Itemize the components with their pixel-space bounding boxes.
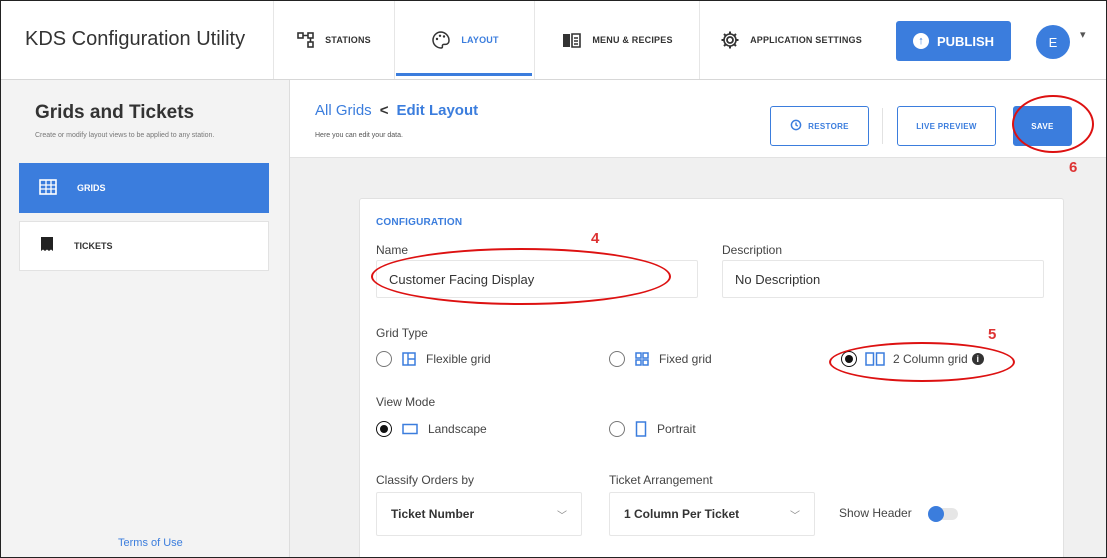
stations-icon — [297, 32, 315, 48]
divider — [882, 108, 883, 144]
radio-label: Portrait — [657, 422, 696, 436]
live-preview-button[interactable]: LIVE PREVIEW — [897, 106, 996, 146]
radio-fixed-grid[interactable]: Fixed grid — [609, 351, 712, 367]
breadcrumb-arrow-icon: < — [379, 102, 389, 119]
radio-label: Landscape — [428, 422, 487, 436]
annotation-number-4: 4 — [591, 230, 600, 247]
classify-orders-select[interactable]: Ticket Number ﹀ — [376, 492, 582, 536]
app-title: KDS Configuration Utility — [25, 28, 246, 50]
annotation-number-5: 5 — [988, 326, 997, 343]
sidebar-item-grids[interactable]: GRIDS — [19, 163, 269, 213]
description-field[interactable]: No Description — [722, 260, 1044, 298]
book-icon — [562, 32, 582, 48]
upload-icon: ↑ — [912, 33, 929, 49]
select-value: 1 Column Per Ticket — [624, 507, 740, 521]
annotation-ellipse-name — [371, 248, 671, 305]
publish-label: PUBLISH — [936, 33, 995, 49]
radio-button-selected[interactable] — [376, 421, 392, 437]
gear-icon — [720, 30, 740, 50]
chevron-down-icon: ﹀ — [557, 510, 567, 522]
app-window: KDS Configuration Utility STATIONS LAYOU… — [0, 0, 1107, 558]
annotation-ellipse-2-column — [829, 342, 1015, 382]
publish-button[interactable]: ↑ PUBLISH — [896, 21, 1011, 61]
sidebar-title: Grids and Tickets — [35, 102, 195, 123]
avatar[interactable]: E — [1036, 25, 1070, 59]
breadcrumb: All Grids < Edit Layout — [315, 102, 478, 119]
sidebar-item-tickets[interactable]: TICKETS — [19, 221, 269, 271]
radio-flexible-grid[interactable]: Flexible grid — [376, 351, 491, 367]
page-header: All Grids < Edit Layout Here you can edi… — [290, 80, 1106, 158]
ticket-icon — [40, 236, 54, 256]
grid-icon — [39, 179, 57, 197]
radio-button[interactable] — [609, 421, 625, 437]
annotation-ellipse-save — [1012, 95, 1094, 153]
ticket-arrangement-select[interactable]: 1 Column Per Ticket ﹀ — [609, 492, 815, 536]
radio-label: Flexible grid — [426, 352, 491, 366]
show-header-label: Show Header — [839, 506, 912, 520]
tab-menu-recipes[interactable]: MENU & RECIPES — [534, 1, 700, 79]
sidebar: Grids and Tickets Create or modify layou… — [1, 80, 290, 557]
configuration-title: CONFIGURATION — [376, 217, 463, 228]
page-title: Edit Layout — [396, 102, 479, 119]
tab-stations-label: STATIONS — [325, 35, 371, 45]
landscape-icon — [402, 423, 418, 435]
tab-application-settings[interactable]: APPLICATION SETTINGS — [699, 1, 882, 79]
chevron-down-icon: ﹀ — [790, 510, 800, 522]
show-header-toggle[interactable] — [928, 506, 958, 522]
portrait-icon — [635, 421, 647, 437]
terms-of-use-link[interactable]: Terms of Use — [118, 537, 183, 549]
restore-button[interactable]: RESTORE — [770, 106, 869, 146]
sidebar-item-label: GRIDS — [77, 183, 106, 193]
fixed-grid-icon — [635, 352, 649, 366]
radio-button[interactable] — [376, 351, 392, 367]
top-bar: KDS Configuration Utility STATIONS LAYOU… — [1, 1, 1106, 80]
sidebar-item-label: TICKETS — [74, 241, 113, 251]
annotation-number-6: 6 — [1069, 159, 1078, 176]
history-icon — [790, 119, 802, 133]
active-tab-indicator — [396, 73, 532, 76]
chevron-down-icon[interactable]: ▾ — [1080, 28, 1086, 41]
palette-icon — [431, 30, 451, 50]
breadcrumb-all-grids[interactable]: All Grids — [315, 102, 372, 119]
page-subtitle: Here you can edit your data. — [315, 132, 403, 139]
name-label: Name — [376, 243, 409, 257]
tab-menu-label: MENU & RECIPES — [592, 35, 673, 45]
radio-label: Fixed grid — [659, 352, 712, 366]
tab-layout-label: LAYOUT — [461, 35, 499, 45]
select-value: Ticket Number — [391, 507, 475, 521]
grid-type-label: Grid Type — [376, 326, 428, 340]
flexible-grid-icon — [402, 352, 416, 366]
radio-portrait[interactable]: Portrait — [609, 421, 696, 437]
description-label: Description — [722, 243, 783, 257]
view-mode-label: View Mode — [376, 395, 436, 409]
ticket-arrangement-label: Ticket Arrangement — [609, 473, 713, 487]
tab-stations[interactable]: STATIONS — [273, 1, 394, 79]
tab-layout[interactable]: LAYOUT — [394, 1, 535, 79]
radio-button[interactable] — [609, 351, 625, 367]
restore-label: RESTORE — [808, 121, 849, 131]
classify-orders-label: Classify Orders by — [376, 473, 475, 487]
tab-settings-label: APPLICATION SETTINGS — [750, 35, 862, 45]
toggle-knob — [928, 506, 944, 522]
radio-landscape[interactable]: Landscape — [376, 421, 487, 437]
sidebar-subtitle: Create or modify layout views to be appl… — [35, 132, 215, 139]
